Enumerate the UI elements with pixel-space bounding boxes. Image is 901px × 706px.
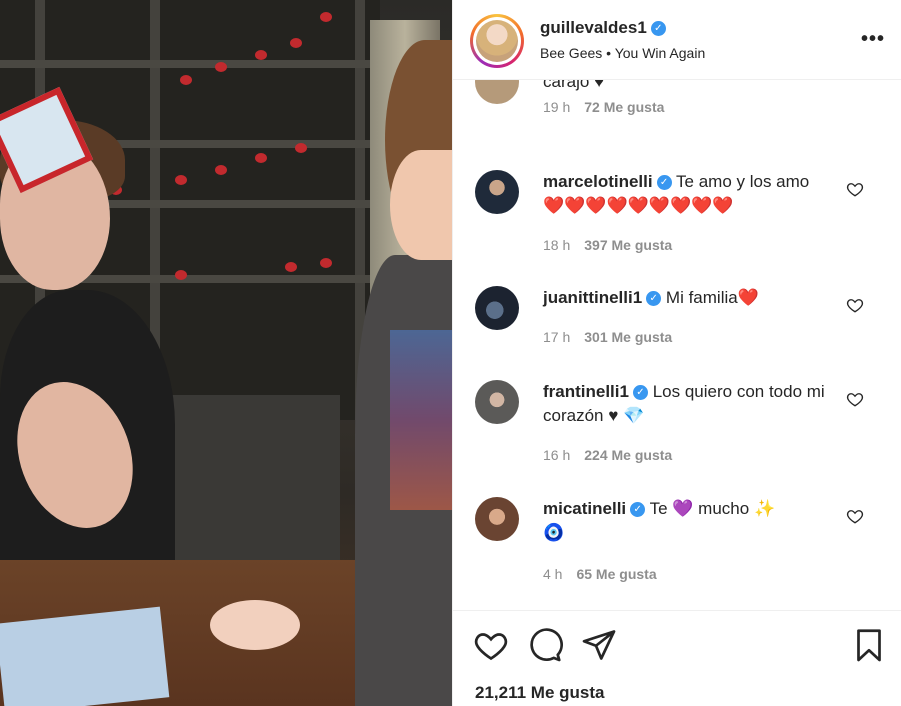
commenter-username[interactable]: frantinelli1 (543, 382, 629, 401)
comment-text-block: juanittinelli1 ✓ Mi familia❤️ (543, 286, 828, 310)
like-comment-heart-icon[interactable] (846, 507, 864, 525)
comment-text: mucho (698, 499, 750, 518)
share-paper-plane-icon[interactable] (581, 627, 617, 663)
commenter-avatar[interactable] (475, 80, 519, 104)
comment-likes[interactable]: 65 Me gusta (576, 566, 656, 582)
author-photo (476, 20, 518, 62)
bottle (285, 262, 297, 272)
commenter-username[interactable]: juanittinelli1 (543, 288, 642, 307)
verified-badge-icon: ✓ (646, 291, 662, 307)
game-cards (0, 606, 170, 706)
comment-text: Te (649, 499, 668, 518)
comment-meta: 17 h 301 Me gusta (543, 329, 672, 345)
comment-time[interactable]: 16 h (543, 447, 570, 463)
comment-time[interactable]: 19 h (543, 99, 570, 115)
author-username[interactable]: guillevaldes1 (540, 18, 647, 37)
comment-meta: 4 h 65 Me gusta (543, 566, 657, 582)
verified-badge-icon: ✓ (656, 175, 672, 191)
author-avatar[interactable] (470, 14, 524, 68)
like-heart-icon[interactable] (473, 627, 509, 663)
commenter-avatar[interactable] (475, 170, 519, 214)
post-likes-count[interactable]: 21,211 Me gusta (475, 683, 604, 703)
heart-emoji: ❤️❤️❤️❤️❤️❤️❤️❤️❤️ (543, 196, 734, 215)
more-options-icon[interactable]: ••• (861, 28, 885, 51)
comment-time[interactable]: 4 h (543, 566, 562, 582)
comment-text: Mi familia (665, 288, 738, 307)
bottle (255, 153, 267, 163)
bottle (290, 38, 302, 48)
verified-badge-icon: ✓ (650, 21, 666, 37)
shirt-print (390, 330, 452, 510)
commenter-avatar[interactable] (475, 380, 519, 424)
person-right-hand (210, 600, 300, 650)
comment-meta: 18 h 397 Me gusta (543, 237, 672, 253)
post-header: guillevaldes1 ✓ Bee Gees • You Win Again … (453, 0, 901, 80)
bottle (295, 143, 307, 153)
bottle (320, 12, 332, 22)
comment-text-block: marcelotinelli ✓ Te amo y los amo ❤️❤️❤️❤️… (543, 170, 828, 218)
post-video[interactable] (0, 0, 452, 706)
like-comment-heart-icon[interactable] (846, 390, 864, 408)
gem-emoji: 💎 (623, 406, 645, 425)
comment-text: carajo ♥ (543, 80, 605, 91)
heart-emoji: ❤️ (737, 288, 759, 307)
bottle (215, 165, 227, 175)
post-actions-bar: 21,211 Me gusta (453, 610, 901, 706)
save-bookmark-icon[interactable] (851, 627, 887, 663)
author-username-link[interactable]: guillevaldes1 ✓ (540, 18, 666, 38)
sparkles-emoji: ✨ (753, 499, 776, 518)
commenter-avatar[interactable] (475, 286, 519, 330)
comment-text-block: frantinelli1 ✓ Los quiero con todo mi cor… (543, 380, 828, 428)
verified-badge-icon: ✓ (630, 502, 646, 518)
comment-likes[interactable]: 397 Me gusta (584, 237, 672, 253)
like-comment-heart-icon[interactable] (846, 296, 864, 314)
purple-heart-emoji: 💜 (672, 499, 694, 518)
bottle (175, 270, 187, 280)
bottle (180, 75, 192, 85)
comment-meta: 19 h 72 Me gusta (543, 99, 664, 115)
comment-likes[interactable]: 224 Me gusta (584, 447, 672, 463)
commenter-username[interactable]: marcelotinelli (543, 172, 653, 191)
like-comment-heart-icon[interactable] (846, 180, 864, 198)
comment-time[interactable]: 17 h (543, 329, 570, 345)
comment-text-block: micatinelli ✓ Te 💜 mucho ✨ 🧿 (543, 497, 828, 545)
commenter-avatar[interactable] (475, 497, 519, 541)
bottle (320, 258, 332, 268)
person-right-face (390, 150, 452, 260)
comment-text: Te amo y los amo (676, 172, 810, 191)
bottle (175, 175, 187, 185)
music-label[interactable]: Bee Gees • You Win Again (540, 45, 705, 61)
post-side-panel: guillevaldes1 ✓ Bee Gees • You Win Again … (452, 0, 901, 706)
commenter-username[interactable]: micatinelli (543, 499, 626, 518)
comment-bubble-icon[interactable] (527, 627, 563, 663)
comment-time[interactable]: 18 h (543, 237, 570, 253)
shelf (0, 60, 370, 68)
evil-eye-emoji: 🧿 (543, 523, 565, 542)
comments-list[interactable]: carajo ♥ 19 h 72 Me gusta marcelotinelli ✓… (453, 80, 901, 610)
bottle (215, 62, 227, 72)
comment-likes[interactable]: 301 Me gusta (584, 329, 672, 345)
comment-meta: 16 h 224 Me gusta (543, 447, 672, 463)
verified-badge-icon: ✓ (632, 385, 648, 401)
comment-likes[interactable]: 72 Me gusta (584, 99, 664, 115)
bottle (255, 50, 267, 60)
